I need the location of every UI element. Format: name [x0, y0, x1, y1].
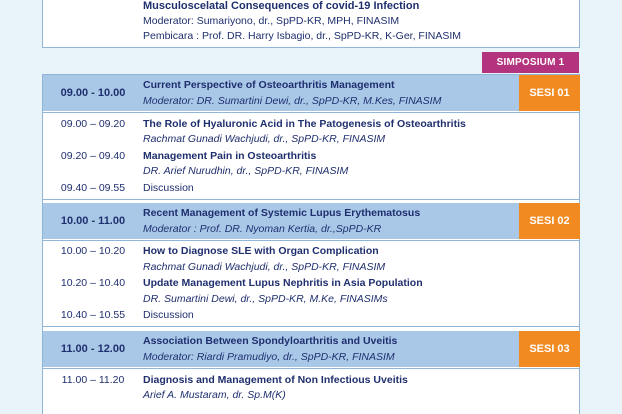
session-header: 09.00 - 10.00 Current Perspective of Ost…: [43, 75, 519, 111]
schedule-card: 09.00 - 10.00 Current Perspective of Ost…: [42, 74, 580, 414]
talk-time: 09.20 – 09.40: [60, 150, 126, 162]
discussion-time: 10.40 – 10.55: [60, 309, 126, 321]
talk-title: Update Management Lupus Nephritis in Asi…: [143, 277, 423, 289]
session-time: 09.00 - 10.00: [60, 87, 126, 99]
session-time: 11.00 - 12.00: [60, 343, 126, 355]
talk-time: 10.00 – 10.20: [60, 245, 126, 257]
talk-time: 10.20 – 10.40: [60, 277, 126, 289]
session-moderator: Moderator: Riardi Pramudiyo, dr., SpPD-K…: [143, 351, 395, 363]
talk-title: Diagnosis and Management of Non Infectio…: [143, 374, 408, 386]
divider: [43, 240, 580, 241]
talk-title: Management Pain in Osteoarthritis: [143, 150, 317, 162]
talk-title: The Role of Hyaluronic Acid in The Patog…: [143, 118, 466, 130]
session-badge: SESI 03: [519, 331, 580, 367]
session-moderator: Moderator : Prof. DR. Nyoman Kertia, dr.…: [143, 223, 382, 235]
session-badge: SESI 01: [519, 75, 580, 111]
session-title: Recent Management of Systemic Lupus Eryt…: [143, 207, 421, 219]
simposium-badge: SIMPOSIUM 1: [482, 52, 579, 73]
session-title: Association Between Spondyloarthritis an…: [143, 335, 398, 347]
divider: [43, 368, 580, 369]
talk-speaker: Arief A. Mustaram, dr. Sp.M(K): [143, 389, 286, 401]
previous-session-speaker: Pembicara : Prof. DR. Harry Isbagio, dr.…: [143, 30, 462, 42]
previous-session-moderator: Moderator: Sumariyono, dr., SpPD-KR, MPH…: [143, 15, 400, 27]
talk-speaker: Rachmat Gunadi Wachjudi, dr., SpPD-KR, F…: [143, 133, 386, 145]
session-moderator: Moderator: DR. Sumartini Dewi, dr., SpPD…: [143, 95, 442, 107]
talk-speaker: DR. Arief Nurudhin, dr., SpPD-KR, FINASI…: [143, 165, 349, 177]
talk-speaker: Rachmat Gunadi Wachjudi, dr., SpPD-KR, F…: [143, 261, 386, 273]
session-header: 10.00 - 11.00 Recent Management of Syste…: [43, 203, 519, 239]
divider: [43, 199, 580, 200]
discussion-label: Discussion: [143, 182, 194, 194]
talk-time: 09.00 – 09.20: [60, 118, 126, 130]
session-header: 11.00 - 12.00 Association Between Spondy…: [43, 331, 519, 367]
talk-title: How to Diagnose SLE with Organ Complicat…: [143, 245, 379, 257]
previous-session-card: Musculoscelatal Consequences of covid-19…: [42, 0, 580, 48]
session-badge: SESI 02: [519, 203, 580, 239]
talk-speaker: DR. Sumartini Dewi, dr., SpPD-KR, M.Ke, …: [143, 293, 388, 305]
discussion-label: Discussion: [143, 309, 194, 321]
discussion-time: 09.40 – 09.55: [60, 182, 126, 194]
divider: [43, 112, 580, 113]
session-title: Current Perspective of Osteoarthritis Ma…: [143, 79, 395, 91]
session-time: 10.00 - 11.00: [60, 215, 126, 227]
previous-session-title: Musculoscelatal Consequences of covid-19…: [143, 0, 420, 12]
talk-time: 11.00 – 11.20: [61, 374, 125, 386]
divider: [43, 326, 580, 327]
